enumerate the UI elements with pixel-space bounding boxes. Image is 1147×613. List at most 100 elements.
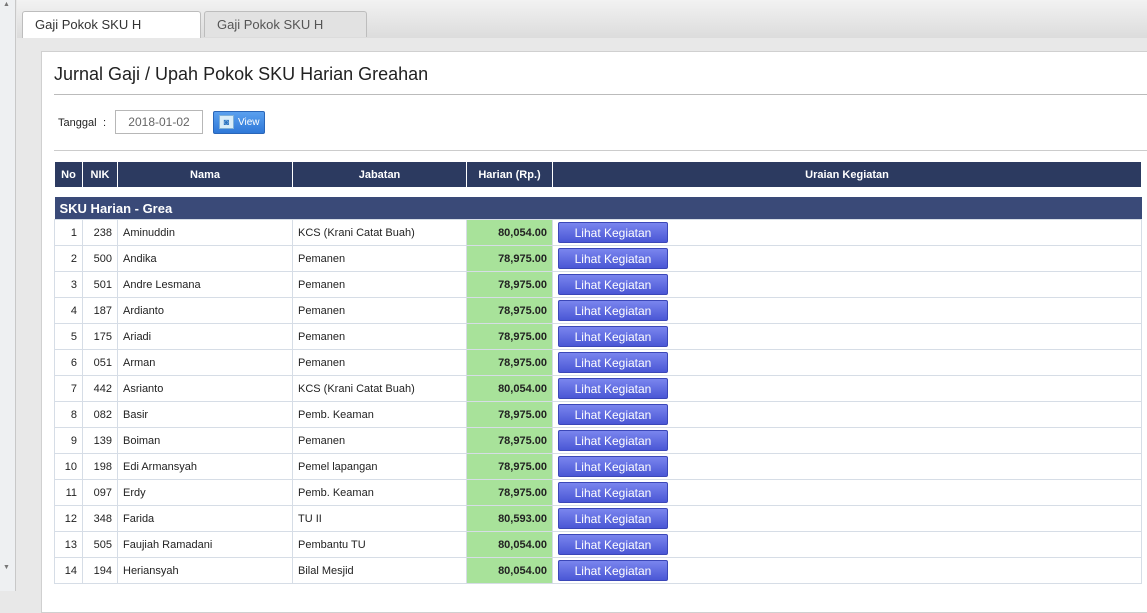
table-row: 10 198 Edi Armansyah Pemel lapangan 78,975.0… bbox=[54, 453, 1142, 480]
row-uraian-kegiatan: Lihat Kegiatan bbox=[552, 479, 1142, 506]
lihat-kegiatan-button[interactable]: Lihat Kegiatan bbox=[558, 508, 668, 529]
row-no: 8 bbox=[54, 401, 83, 428]
lihat-kegiatan-button[interactable]: Lihat Kegiatan bbox=[558, 456, 668, 477]
view-button[interactable]: ◙ View bbox=[213, 111, 265, 134]
tab-bar: Gaji Pokok SKU H Greahan Gaji Pokok SKU … bbox=[17, 0, 1147, 58]
row-no: 2 bbox=[54, 245, 83, 272]
row-nik: 500 bbox=[82, 245, 118, 272]
row-harian: 78,975.00 bbox=[466, 427, 553, 454]
left-scroll-strip[interactable]: ▲ ▼ bbox=[0, 0, 16, 591]
lihat-kegiatan-button[interactable]: Lihat Kegiatan bbox=[558, 534, 668, 555]
lihat-kegiatan-button[interactable]: Lihat Kegiatan bbox=[558, 560, 668, 581]
row-nama: Ardianto bbox=[117, 297, 293, 324]
column-header-no: No bbox=[54, 161, 83, 188]
column-header-nik: NIK bbox=[82, 161, 118, 188]
row-uraian-kegiatan: Lihat Kegiatan bbox=[552, 323, 1142, 350]
row-jabatan: Pemanen bbox=[292, 349, 467, 376]
row-jabatan: Pemb. Keaman bbox=[292, 401, 467, 428]
scroll-up-icon[interactable]: ▲ bbox=[3, 1, 10, 8]
lihat-kegiatan-button[interactable]: Lihat Kegiatan bbox=[558, 222, 668, 243]
row-no: 9 bbox=[54, 427, 83, 454]
row-nama: Andika bbox=[117, 245, 293, 272]
table-row: 8 082 Basir Pemb. Keaman 78,975.00 Lihat Kegi… bbox=[54, 401, 1142, 428]
row-nik: 139 bbox=[82, 427, 118, 454]
row-jabatan: Pemanen bbox=[292, 297, 467, 324]
lihat-kegiatan-button[interactable]: Lihat Kegiatan bbox=[558, 326, 668, 347]
date-input[interactable] bbox=[115, 110, 203, 134]
tab-gaji-pokok-greahan[interactable]: Gaji Pokok SKU H Greahan bbox=[22, 11, 201, 58]
row-harian: 78,975.00 bbox=[466, 401, 553, 428]
lihat-kegiatan-button[interactable]: Lihat Kegiatan bbox=[558, 300, 668, 321]
row-jabatan: Pemanen bbox=[292, 245, 467, 272]
row-harian: 80,054.00 bbox=[466, 219, 553, 246]
row-nik: 187 bbox=[82, 297, 118, 324]
table-row: 3 501 Andre Lesmana Pemanen 78,975.00 Lihat K… bbox=[54, 271, 1142, 298]
row-no: 7 bbox=[54, 375, 83, 402]
filter-divider bbox=[54, 150, 1147, 151]
calendar-view-icon: ◙ bbox=[219, 115, 234, 129]
row-nik: 348 bbox=[82, 505, 118, 532]
row-no: 6 bbox=[54, 349, 83, 376]
tab-gaji-pokok-hevea[interactable]: Gaji Pokok SKU H Hevea bbox=[204, 11, 367, 58]
row-jabatan: Pembantu TU bbox=[292, 531, 467, 558]
row-nama: Faujiah Ramadani bbox=[117, 531, 293, 558]
row-jabatan: TU II bbox=[292, 505, 467, 532]
row-nama: Basir bbox=[117, 401, 293, 428]
table-row: 14 194 Heriansyah Bilal Mesjid 80,054.00 Liha… bbox=[54, 557, 1142, 584]
row-jabatan: KCS (Krani Catat Buah) bbox=[292, 219, 467, 246]
row-uraian-kegiatan: Lihat Kegiatan bbox=[552, 557, 1142, 584]
row-no: 3 bbox=[54, 271, 83, 298]
row-nik: 097 bbox=[82, 479, 118, 506]
row-harian: 80,054.00 bbox=[466, 375, 553, 402]
date-label: Tanggal bbox=[58, 117, 97, 129]
group-row: SKU Harian - Grea bbox=[54, 197, 1142, 220]
row-uraian-kegiatan: Lihat Kegiatan bbox=[552, 401, 1142, 428]
row-nik: 194 bbox=[82, 557, 118, 584]
row-harian: 78,975.00 bbox=[466, 297, 553, 324]
date-label-colon: : bbox=[103, 117, 107, 129]
group-label: SKU Harian - Grea bbox=[54, 197, 1142, 220]
row-jabatan: KCS (Krani Catat Buah) bbox=[292, 375, 467, 402]
row-no: 11 bbox=[54, 479, 83, 506]
row-uraian-kegiatan: Lihat Kegiatan bbox=[552, 375, 1142, 402]
row-no: 1 bbox=[54, 219, 83, 246]
table-row: 7 442 Asrianto KCS (Krani Catat Buah) 80,054… bbox=[54, 375, 1142, 402]
lihat-kegiatan-button[interactable]: Lihat Kegiatan bbox=[558, 352, 668, 373]
row-nama: Ariadi bbox=[117, 323, 293, 350]
scroll-down-icon[interactable]: ▼ bbox=[3, 564, 10, 571]
lihat-kegiatan-button[interactable]: Lihat Kegiatan bbox=[558, 274, 668, 295]
row-no: 4 bbox=[54, 297, 83, 324]
row-nik: 082 bbox=[82, 401, 118, 428]
lihat-kegiatan-button[interactable]: Lihat Kegiatan bbox=[558, 378, 668, 399]
row-nama: Arman bbox=[117, 349, 293, 376]
row-nama: Andre Lesmana bbox=[117, 271, 293, 298]
row-harian: 78,975.00 bbox=[466, 245, 553, 272]
row-no: 12 bbox=[54, 505, 83, 532]
row-uraian-kegiatan: Lihat Kegiatan bbox=[552, 531, 1142, 558]
row-nik: 501 bbox=[82, 271, 118, 298]
lihat-kegiatan-button[interactable]: Lihat Kegiatan bbox=[558, 482, 668, 503]
column-header-nama: Nama bbox=[117, 161, 293, 188]
row-jabatan: Bilal Mesjid bbox=[292, 557, 467, 584]
table-row: 9 139 Boiman Pemanen 78,975.00 Lihat Kegiatan bbox=[54, 427, 1142, 454]
header-gap bbox=[55, 188, 1142, 198]
lihat-kegiatan-button[interactable]: Lihat Kegiatan bbox=[558, 248, 668, 269]
title-divider bbox=[54, 94, 1147, 95]
lihat-kegiatan-button[interactable]: Lihat Kegiatan bbox=[558, 430, 668, 451]
row-harian: 80,054.00 bbox=[466, 557, 553, 584]
row-nama: Erdy bbox=[117, 479, 293, 506]
row-jabatan: Pemel lapangan bbox=[292, 453, 467, 480]
lihat-kegiatan-button[interactable]: Lihat Kegiatan bbox=[558, 404, 668, 425]
table-row: 6 051 Arman Pemanen 78,975.00 Lihat Kegiatan bbox=[54, 349, 1142, 376]
row-no: 13 bbox=[54, 531, 83, 558]
row-jabatan: Pemb. Keaman bbox=[292, 479, 467, 506]
row-harian: 80,054.00 bbox=[466, 531, 553, 558]
column-header-uraian-kegiatan: Uraian Kegiatan bbox=[552, 161, 1142, 188]
row-uraian-kegiatan: Lihat Kegiatan bbox=[552, 505, 1142, 532]
column-header-jabatan: Jabatan bbox=[292, 161, 467, 188]
row-nama: Aminuddin bbox=[117, 219, 293, 246]
row-jabatan: Pemanen bbox=[292, 323, 467, 350]
row-nik: 238 bbox=[82, 219, 118, 246]
row-nik: 175 bbox=[82, 323, 118, 350]
row-no: 10 bbox=[54, 453, 83, 480]
